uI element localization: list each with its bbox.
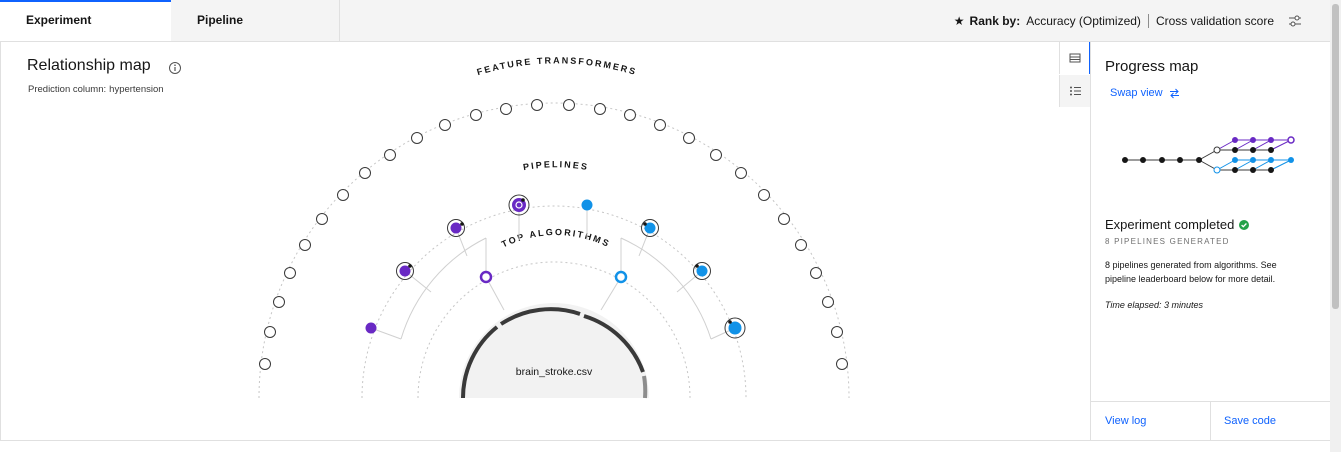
- pipeline-node[interactable]: [724, 317, 746, 339]
- transformer-node[interactable]: [810, 267, 822, 279]
- scrollbar[interactable]: [1330, 0, 1341, 452]
- checkmark-icon: [1239, 219, 1250, 230]
- rank-metric[interactable]: Accuracy (Optimized): [1026, 14, 1141, 28]
- grid-view-button[interactable]: [1059, 42, 1091, 74]
- pipeline-node-selected[interactable]: [508, 194, 530, 216]
- pipeline-node[interactable]: [365, 322, 377, 334]
- time-elapsed: Time elapsed: 3 minutes: [1105, 300, 1203, 310]
- bottom-divider: [0, 440, 1330, 453]
- swap-view-label: Swap view: [1110, 87, 1163, 99]
- scrollbar-thumb[interactable]: [1332, 4, 1339, 309]
- dataset-label: brain_stroke.csv: [516, 366, 593, 378]
- algorithm-node[interactable]: [479, 270, 493, 284]
- transformer-node[interactable]: [831, 326, 843, 338]
- transformer-node[interactable]: [316, 213, 328, 225]
- progress-map-panel: Progress map Swap view Experiment comple…: [1090, 42, 1331, 441]
- rank-secondary[interactable]: Cross validation score: [1156, 14, 1274, 28]
- transformer-node[interactable]: [439, 119, 451, 131]
- feature-transformers-label: FEATURE TRANSFORMERS: [476, 55, 639, 77]
- transformer-node[interactable]: [624, 109, 636, 121]
- transformer-node[interactable]: [359, 167, 371, 179]
- transformer-node[interactable]: [337, 189, 349, 201]
- pipeline-node[interactable]: [447, 219, 465, 237]
- tab-experiment-summary[interactable]: Experiment summary: [0, 0, 171, 64]
- relationship-map-diagram: FEATURE TRANSFORMERS PIPELINES TOP ALGOR…: [258, 55, 850, 399]
- view-switcher: [1059, 42, 1091, 108]
- pipelines-label: PIPELINES: [522, 159, 590, 172]
- pipelines-generated: 8 PIPELINES GENERATED: [1105, 237, 1230, 246]
- transformer-node[interactable]: [836, 358, 848, 370]
- transformer-node[interactable]: [284, 267, 296, 279]
- star-icon: ★: [953, 13, 965, 28]
- top-algorithms-label: TOP ALGORITHMS: [500, 227, 612, 249]
- adjust-icon[interactable]: [1288, 14, 1302, 28]
- top-bar: Experiment summary Pipeline comparison ★…: [0, 0, 1330, 67]
- pipeline-node[interactable]: [693, 262, 711, 280]
- transformer-node[interactable]: [778, 213, 790, 225]
- footer-divider: [1210, 402, 1211, 441]
- progress-map-footer: View log Save code: [1091, 401, 1331, 441]
- progress-description: 8 pipelines generated from algorithms. S…: [1105, 260, 1277, 284]
- view-log-link[interactable]: View log: [1105, 402, 1146, 441]
- transformer-node[interactable]: [594, 103, 606, 115]
- transformer-node[interactable]: [735, 167, 747, 179]
- rank-by-control[interactable]: ★ Rank by: Accuracy (Optimized) Cross va…: [954, 0, 1302, 41]
- transformer-node[interactable]: [500, 103, 512, 115]
- transformer-node[interactable]: [795, 239, 807, 251]
- rank-by-label: Rank by:: [969, 13, 1021, 28]
- dataset-node[interactable]: brain_stroke.csv: [459, 303, 649, 399]
- swap-view-link[interactable]: Swap view: [1110, 87, 1180, 99]
- progress-map-title: Progress map: [1105, 58, 1199, 75]
- transformer-node[interactable]: [259, 358, 271, 370]
- list-view-icon: [1070, 86, 1081, 96]
- transformer-node[interactable]: [470, 109, 482, 121]
- transformer-node[interactable]: [654, 119, 666, 131]
- transformer-node[interactable]: [710, 149, 722, 161]
- tab-pipeline-comparison[interactable]: Pipeline comparison: [171, 0, 340, 67]
- transformer-node[interactable]: [273, 296, 285, 308]
- transformer-node[interactable]: [683, 132, 695, 144]
- swap-icon: [1169, 88, 1179, 98]
- experiment-status: Experiment completed: [1105, 217, 1250, 232]
- relationship-map-panel: Relationship map Prediction column: hyper…: [0, 42, 1091, 440]
- transformer-node[interactable]: [563, 99, 575, 111]
- transformer-node[interactable]: [411, 132, 423, 144]
- save-code-link[interactable]: Save code: [1224, 402, 1276, 441]
- transformer-node[interactable]: [384, 149, 396, 161]
- experiment-status-label: Experiment completed: [1105, 217, 1235, 232]
- pipeline-node[interactable]: [581, 199, 593, 211]
- transformer-node[interactable]: [531, 99, 543, 111]
- progress-map-graph: [1122, 136, 1295, 174]
- transformer-node[interactable]: [822, 296, 834, 308]
- grid-view-icon: [1069, 53, 1080, 63]
- rank-divider: [1147, 13, 1149, 28]
- transformer-node[interactable]: [758, 189, 770, 201]
- transformer-node[interactable]: [299, 239, 311, 251]
- list-view-button[interactable]: [1059, 75, 1091, 107]
- transformer-node[interactable]: [264, 326, 276, 338]
- algorithm-node[interactable]: [614, 270, 628, 284]
- pipeline-node[interactable]: [641, 219, 659, 237]
